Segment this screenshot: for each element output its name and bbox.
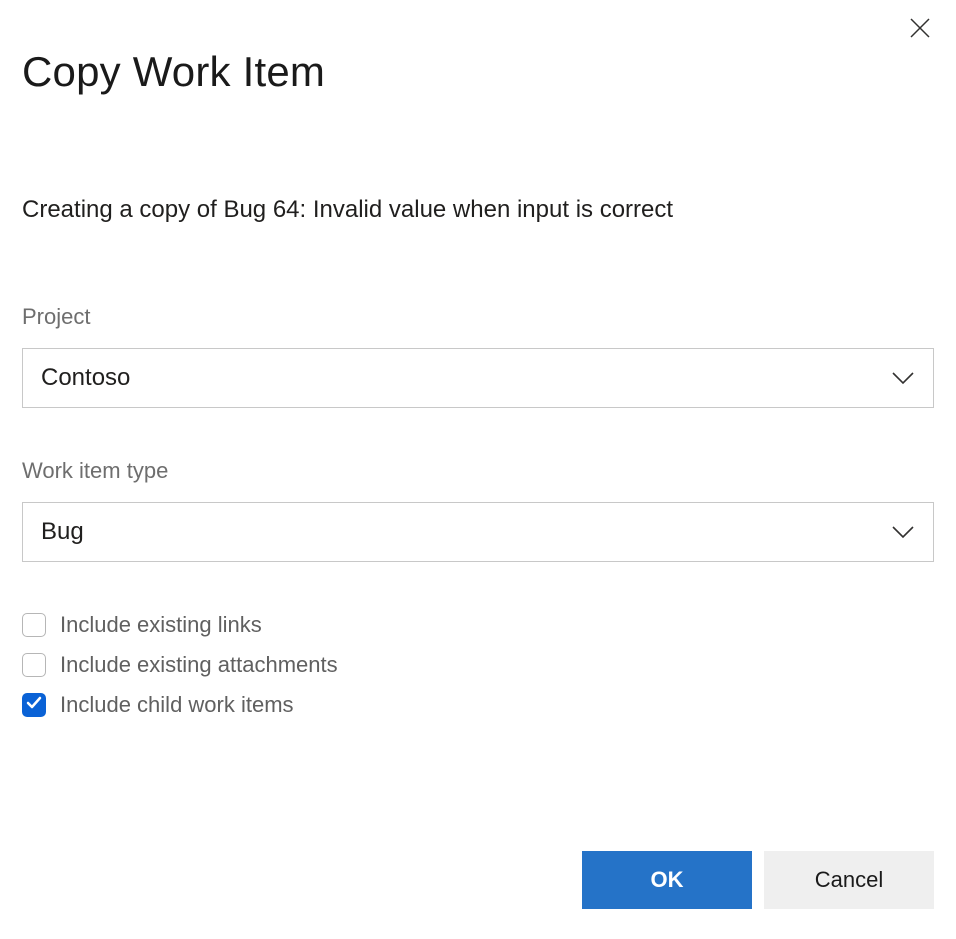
close-button[interactable] — [902, 12, 938, 48]
project-dropdown[interactable]: Contoso — [22, 348, 934, 408]
ok-button[interactable]: OK — [582, 851, 752, 909]
include-children-label[interactable]: Include child work items — [60, 692, 294, 718]
check-icon — [26, 696, 42, 715]
include-attachments-row: Include existing attachments — [22, 652, 934, 678]
dialog-description: Creating a copy of Bug 64: Invalid value… — [22, 196, 934, 224]
include-links-row: Include existing links — [22, 612, 934, 638]
include-links-checkbox[interactable] — [22, 613, 46, 637]
include-children-row: Include child work items — [22, 692, 934, 718]
cancel-button[interactable]: Cancel — [764, 851, 934, 909]
chevron-down-icon — [891, 371, 915, 385]
checkbox-group: Include existing links Include existing … — [22, 612, 934, 718]
include-attachments-label[interactable]: Include existing attachments — [60, 652, 338, 678]
button-row: OK Cancel — [582, 851, 934, 909]
include-links-label[interactable]: Include existing links — [60, 612, 262, 638]
work-item-type-value: Bug — [41, 518, 84, 546]
dialog-title: Copy Work Item — [22, 48, 934, 96]
include-children-checkbox[interactable] — [22, 693, 46, 717]
work-item-type-dropdown[interactable]: Bug — [22, 502, 934, 562]
project-value: Contoso — [41, 364, 130, 392]
work-item-type-field-group: Work item type Bug — [22, 458, 934, 562]
project-label: Project — [22, 304, 934, 330]
work-item-type-label: Work item type — [22, 458, 934, 484]
project-field-group: Project Contoso — [22, 304, 934, 408]
include-attachments-checkbox[interactable] — [22, 653, 46, 677]
chevron-down-icon — [891, 525, 915, 539]
close-icon — [909, 14, 931, 46]
